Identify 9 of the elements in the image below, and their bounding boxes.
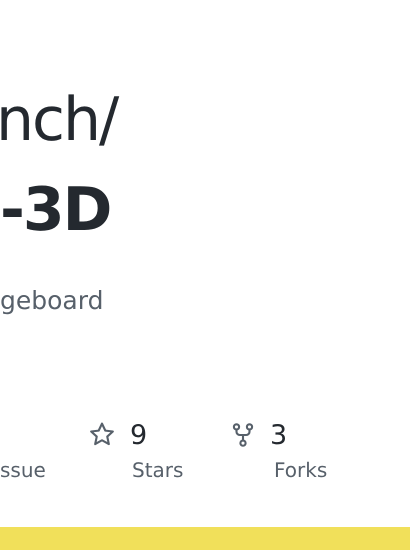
stat-count: 3 [270,420,288,450]
repo-description: geboard [0,286,104,315]
repo-owner: nch/ [0,84,118,157]
repo-name: -3D [0,174,110,247]
stat-label: ssue [0,458,46,482]
fork-icon [230,421,256,449]
stat-label: Forks [274,458,328,482]
stat-count: 9 [130,420,148,450]
stat-label: Stars [132,458,184,482]
